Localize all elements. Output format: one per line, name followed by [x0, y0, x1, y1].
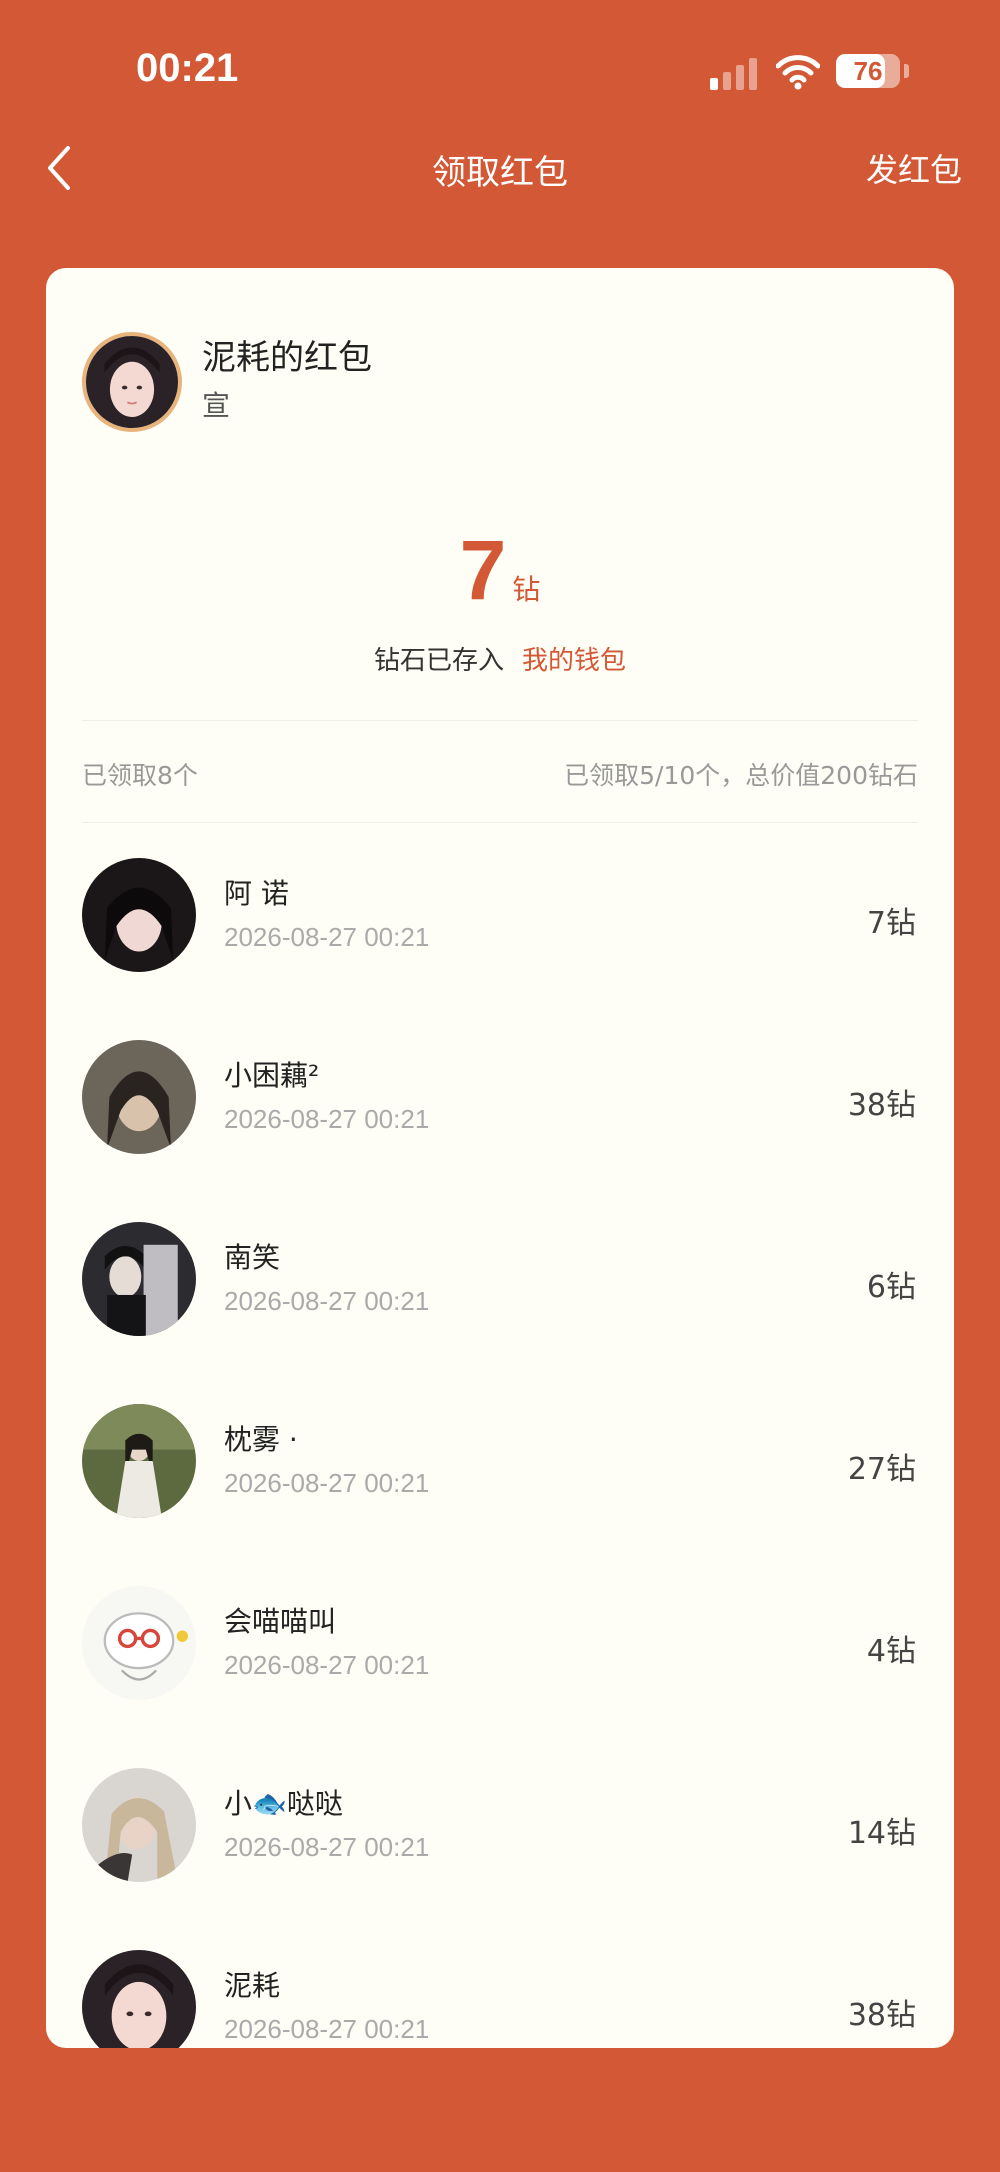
- recipient-amount: 38钻: [847, 1998, 916, 2033]
- recipient-time: 2026-08-27 00:21: [224, 1104, 430, 1134]
- stored-text: 钻石已存入: [373, 646, 504, 676]
- red-packet-card: 泥耗的红包 宣 7钻 钻石已存入 我的钱包 已领取8个 已领取5/10个，总价值2…: [46, 268, 954, 2048]
- recipient-amount: 7钻: [866, 906, 916, 941]
- recipient-time: 2026-08-27 00:21: [224, 1286, 430, 1316]
- avatar: [82, 1586, 196, 1700]
- recipient-time: 2026-08-27 00:21: [224, 1832, 430, 1862]
- list-item[interactable]: 泥耗 2026-08-27 00:21 38钻: [46, 1916, 954, 2048]
- claimed-count: 已领取8个: [82, 761, 198, 790]
- sender-avatar[interactable]: [82, 332, 182, 432]
- list-item[interactable]: 小困藕² 2026-08-27 00:21 38钻: [46, 1006, 954, 1188]
- recipient-name: 会喵喵叫: [224, 1605, 337, 1638]
- recipient-time: 2026-08-27 00:21: [224, 1468, 430, 1498]
- divider: [82, 822, 918, 823]
- received-amount: 7钻: [46, 522, 954, 619]
- recipient-amount: 6钻: [866, 1270, 916, 1305]
- avatar: [82, 1950, 196, 2048]
- page-title: 领取红包: [432, 153, 568, 193]
- recipient-name: 小困藕²: [224, 1059, 320, 1092]
- list-item[interactable]: 会喵喵叫 2026-08-27 00:21 4钻: [46, 1552, 954, 1734]
- wifi-icon: [775, 54, 821, 90]
- cellular-signal-icon: [710, 58, 760, 90]
- sender-subtitle: 宣: [202, 389, 231, 422]
- claim-summary: 已领取5/10个，总价值200钻石: [564, 761, 918, 790]
- battery-level: 76: [853, 56, 883, 86]
- list-item[interactable]: 阿 诺 2026-08-27 00:21 7钻: [46, 824, 954, 1006]
- recipient-name: 阿 诺: [224, 877, 289, 910]
- status-time: 00:21: [136, 46, 239, 90]
- avatar: [82, 1040, 196, 1154]
- battery-icon: 76: [836, 54, 900, 88]
- recipient-name: 南笑: [224, 1241, 281, 1274]
- amount-unit: 钻: [512, 573, 541, 606]
- recipient-name: 泥耗: [224, 1969, 281, 2002]
- recipient-amount: 38钻: [847, 1088, 916, 1123]
- send-red-packet-button[interactable]: 发红包: [866, 145, 962, 191]
- list-item[interactable]: 小🐟哒哒 2026-08-27 00:21 14钻: [46, 1734, 954, 1916]
- recipient-time: 2026-08-27 00:21: [224, 2014, 430, 2044]
- avatar: [82, 1768, 196, 1882]
- avatar: [82, 1222, 196, 1336]
- list-item[interactable]: 枕雾 · 2026-08-27 00:21 27钻: [46, 1370, 954, 1552]
- sender-title: 泥耗的红包: [202, 338, 372, 378]
- recipient-amount: 27钻: [847, 1452, 916, 1487]
- avatar: [82, 1404, 196, 1518]
- recipient-name: 枕雾 ·: [224, 1423, 298, 1456]
- recipient-name: 小🐟哒哒: [224, 1787, 343, 1820]
- list-item[interactable]: 南笑 2026-08-27 00:21 6钻: [46, 1188, 954, 1370]
- battery-cap: [904, 64, 909, 78]
- recipient-time: 2026-08-27 00:21: [224, 1650, 430, 1680]
- recipient-amount: 4钻: [866, 1634, 916, 1669]
- stored-notice: 钻石已存入 我的钱包: [46, 640, 954, 677]
- divider: [82, 720, 918, 721]
- wallet-link[interactable]: 我的钱包: [522, 646, 626, 676]
- status-bar: 00:21 76: [0, 0, 1000, 140]
- amount-value: 7: [459, 523, 507, 617]
- recipient-amount: 14钻: [847, 1816, 916, 1851]
- recipient-time: 2026-08-27 00:21: [224, 922, 430, 952]
- avatar: [82, 858, 196, 972]
